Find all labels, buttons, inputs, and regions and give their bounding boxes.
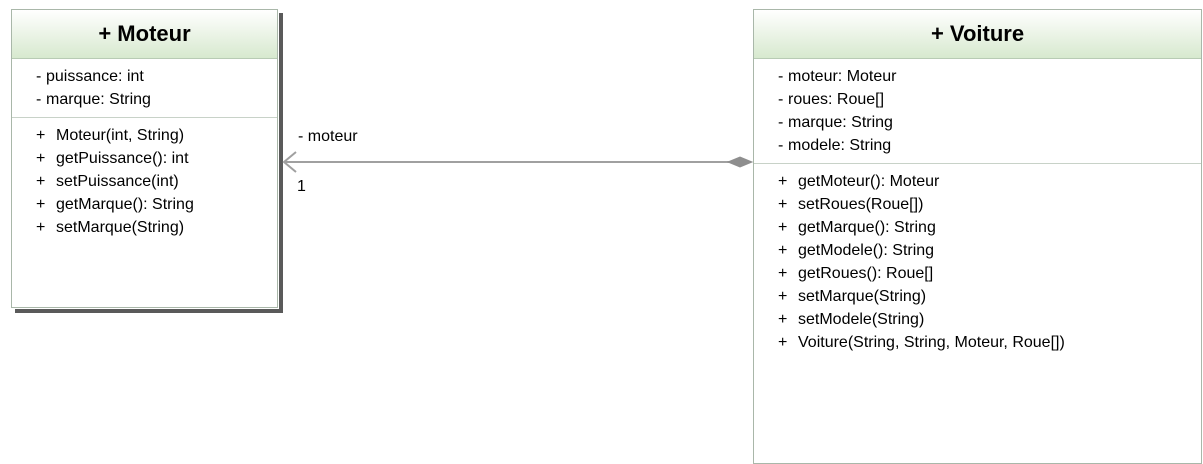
visibility-marker: +	[778, 242, 788, 259]
association-role-label: - moteur	[298, 128, 358, 145]
method-signature: setMarque(String)	[56, 219, 185, 236]
visibility-marker: +	[778, 196, 788, 213]
method-signature: setPuissance(int)	[56, 173, 179, 190]
attribute-signature: marque: String	[788, 114, 893, 131]
association-multiplicity-label: 1	[297, 178, 306, 195]
method-signature: getMoteur(): Moteur	[798, 173, 940, 190]
visibility-marker: +	[778, 173, 788, 190]
attribute-row: - modele: String	[754, 134, 1201, 157]
method-row: + getModele(): String	[754, 239, 1201, 262]
visibility-marker: -	[778, 68, 784, 85]
method-signature: setRoues(Roue[])	[798, 196, 924, 213]
class-voiture-name: + Voiture	[754, 10, 1201, 59]
attribute-signature: moteur: Moteur	[788, 68, 897, 85]
visibility-marker: +	[778, 288, 788, 305]
method-row: + setPuissance(int)	[12, 170, 277, 193]
visibility-marker: +	[36, 173, 46, 190]
class-voiture[interactable]: + Voiture - moteur: Moteur - roues: Roue[] -…	[753, 9, 1202, 464]
attribute-signature: puissance: int	[46, 68, 144, 85]
attribute-row: - puissance: int	[12, 65, 277, 88]
method-signature: Voiture(String, String, Moteur, Roue[])	[798, 334, 1065, 351]
method-row: + setModele(String)	[754, 308, 1201, 331]
method-row: + Voiture(String, String, Moteur, Roue[])	[754, 331, 1201, 354]
method-signature: Moteur(int, String)	[56, 127, 185, 144]
class-voiture-attributes: - moteur: Moteur - roues: Roue[] - marque: St…	[754, 59, 1201, 164]
attribute-row: - roues: Roue[]	[754, 88, 1201, 111]
visibility-marker: +	[778, 265, 788, 282]
attribute-signature: modele: String	[788, 137, 892, 154]
attribute-row: - marque: String	[12, 88, 277, 111]
method-row: + getMarque(): String	[754, 216, 1201, 239]
method-row: + getMoteur(): Moteur	[754, 170, 1201, 193]
method-row: + setRoues(Roue[])	[754, 193, 1201, 216]
visibility-marker: +	[778, 311, 788, 328]
composition-diamond	[726, 156, 754, 168]
attribute-signature: roues: Roue[]	[788, 91, 885, 108]
visibility-marker: +	[36, 196, 46, 213]
attribute-row: - marque: String	[754, 111, 1201, 134]
attribute-row: - moteur: Moteur	[754, 65, 1201, 88]
method-signature: getMarque(): String	[56, 196, 194, 213]
visibility-marker: +	[778, 219, 788, 236]
class-moteur[interactable]: + Moteur - puissance: int - marque: String …	[11, 9, 278, 308]
visibility-marker: -	[778, 91, 784, 108]
method-signature: getModele(): String	[798, 242, 935, 259]
method-row: + setMarque(String)	[754, 285, 1201, 308]
method-signature: setModele(String)	[798, 311, 925, 328]
visibility-marker: +	[36, 219, 46, 236]
visibility-marker: -	[778, 137, 784, 154]
visibility-marker: +	[36, 127, 46, 144]
visibility-marker: +	[36, 150, 46, 167]
method-signature: setMarque(String)	[798, 288, 927, 305]
method-row: + getRoues(): Roue[]	[754, 262, 1201, 285]
method-row: + Moteur(int, String)	[12, 124, 277, 147]
method-signature: getRoues(): Roue[]	[798, 265, 934, 282]
class-moteur-name: + Moteur	[12, 10, 277, 59]
class-moteur-attributes: - puissance: int - marque: String	[12, 59, 277, 118]
attribute-signature: marque: String	[46, 91, 151, 108]
visibility-marker: -	[778, 114, 784, 131]
method-signature: getMarque(): String	[798, 219, 936, 236]
method-row: + getMarque(): String	[12, 193, 277, 216]
visibility-marker: -	[36, 68, 42, 85]
navigability-arrowhead	[282, 151, 297, 173]
method-row: + setMarque(String)	[12, 216, 277, 239]
visibility-marker: +	[778, 334, 788, 351]
class-voiture-methods: + getMoteur(): Moteur + setRoues(Roue[]) + ge…	[754, 164, 1201, 360]
method-row: + getPuissance(): int	[12, 147, 277, 170]
class-moteur-methods: + Moteur(int, String) + getPuissance(): int…	[12, 118, 277, 245]
visibility-marker: -	[36, 91, 42, 108]
method-signature: getPuissance(): int	[56, 150, 189, 167]
